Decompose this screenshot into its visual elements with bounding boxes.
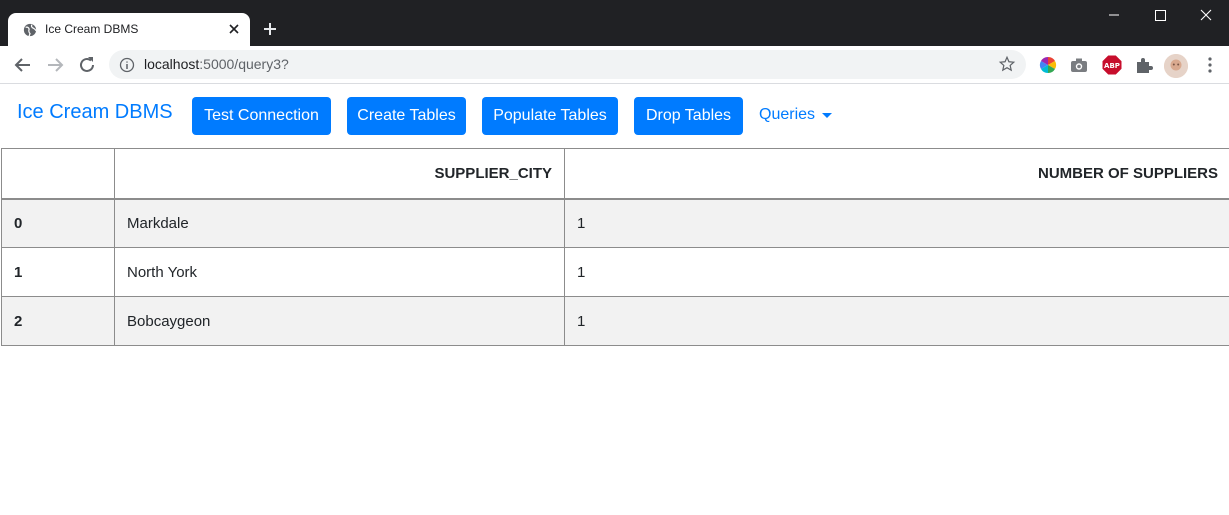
drop-tables-button[interactable]: Drop Tables [634, 97, 743, 135]
row-index: 1 [1, 247, 115, 297]
info-icon[interactable] [119, 57, 135, 73]
supplier-count-cell: 1 [564, 198, 1229, 248]
tab-title: Ice Cream DBMS [45, 22, 139, 36]
app-navbar: Ice Cream DBMS Test Connection Create Ta… [0, 84, 1229, 148]
row-index: 0 [1, 198, 115, 248]
row-index: 2 [1, 296, 115, 346]
supplier-count-cell: 1 [564, 296, 1229, 346]
column-header-index [1, 148, 115, 200]
table-row: 1 North York 1 [1, 247, 1229, 297]
url-path: :5000/query3? [199, 56, 289, 72]
supplier-city-cell: North York [114, 247, 565, 297]
column-header-supplier-city: SUPPLIER_CITY [114, 148, 565, 200]
supplier-city-cell: Bobcaygeon [114, 296, 565, 346]
results-table: SUPPLIER_CITY NUMBER OF SUPPLIERS 0 Mark… [1, 148, 1229, 346]
bookmark-star-icon[interactable] [998, 55, 1016, 73]
adblock-plus-icon[interactable]: ABP [1101, 54, 1123, 76]
minimize-icon[interactable] [1091, 0, 1137, 30]
camera-extension-icon[interactable] [1069, 55, 1089, 75]
test-connection-button[interactable]: Test Connection [192, 97, 331, 135]
forward-arrow-icon[interactable] [43, 53, 67, 77]
svg-text:ABP: ABP [1104, 62, 1120, 70]
extensions-puzzle-icon[interactable] [1134, 55, 1154, 75]
browser-toolbar: localhost:5000/query3? ABP [0, 46, 1229, 84]
url-text[interactable]: localhost:5000/query3? [144, 56, 289, 72]
column-header-number-of-suppliers: NUMBER OF SUPPLIERS [564, 148, 1229, 200]
supplier-city-cell: Markdale [114, 198, 565, 248]
browser-tab[interactable]: Ice Cream DBMS [8, 13, 250, 47]
new-tab-icon[interactable] [258, 17, 282, 41]
globe-icon [23, 23, 37, 37]
browser-menu-icon[interactable] [1201, 55, 1219, 75]
address-bar[interactable]: localhost:5000/query3? [109, 50, 1026, 79]
table-row: 0 Markdale 1 [1, 198, 1229, 248]
populate-tables-button[interactable]: Populate Tables [482, 97, 618, 135]
queries-dropdown[interactable]: Queries [759, 106, 815, 124]
table-row: 2 Bobcaygeon 1 [1, 296, 1229, 346]
back-arrow-icon[interactable] [11, 53, 35, 77]
window-close-icon[interactable] [1183, 0, 1229, 30]
maximize-icon[interactable] [1137, 0, 1183, 30]
reload-icon[interactable] [75, 53, 99, 77]
supplier-count-cell: 1 [564, 247, 1229, 297]
app-brand[interactable]: Ice Cream DBMS [17, 101, 173, 124]
profile-avatar[interactable] [1164, 54, 1188, 78]
color-picker-extension-icon[interactable] [1038, 55, 1058, 75]
caret-down-icon[interactable] [822, 113, 832, 118]
create-tables-button[interactable]: Create Tables [347, 97, 466, 135]
avatar-icon [1164, 54, 1188, 78]
browser-titlebar: Ice Cream DBMS [0, 0, 1229, 47]
url-host: localhost [144, 56, 200, 72]
close-tab-icon[interactable] [226, 21, 242, 37]
table-header-row: SUPPLIER_CITY NUMBER OF SUPPLIERS [1, 148, 1229, 200]
page-content: Ice Cream DBMS Test Connection Create Ta… [0, 84, 1229, 515]
